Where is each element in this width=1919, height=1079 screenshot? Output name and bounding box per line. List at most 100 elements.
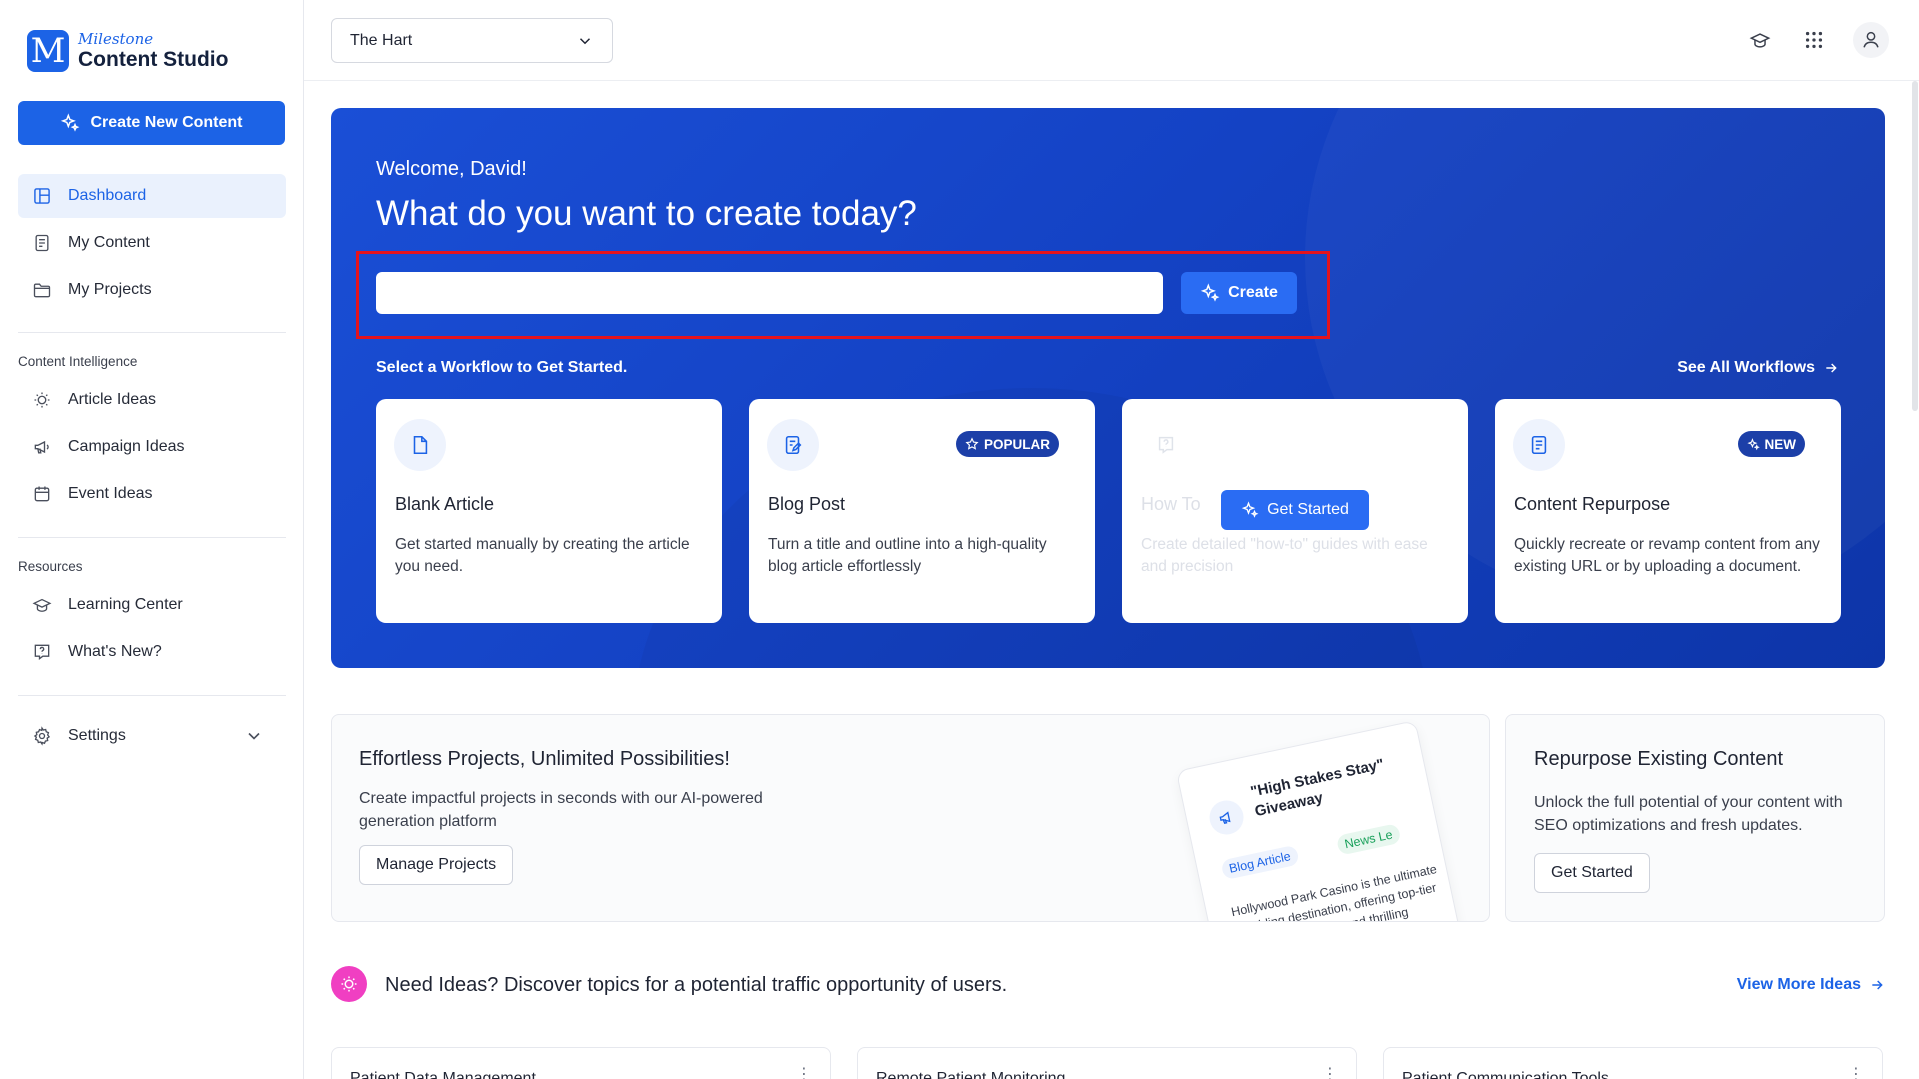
app-logo[interactable]: M Milestone Content Studio <box>27 30 228 72</box>
workflow-icon <box>394 419 446 471</box>
more-icon[interactable]: ⋮ <box>1848 1064 1864 1079</box>
promo-description: Create impactful projects in seconds wit… <box>359 790 763 831</box>
promo-title: Effortless Projects, Unlimited Possibili… <box>359 748 730 770</box>
sidebar-divider <box>18 537 286 538</box>
workflow-card-blog-post[interactable]: POPULAR Blog Post Turn a title and outli… <box>749 399 1095 623</box>
intelligence-nav: Article Ideas Campaign Ideas Event Ideas <box>18 378 286 519</box>
logo-top-text: Milestone <box>78 30 154 48</box>
sidebar-item-campaign-ideas[interactable]: Campaign Ideas <box>18 425 286 469</box>
workflow-title: Blog Post <box>768 494 846 514</box>
sparkle-icon <box>61 113 80 132</box>
workflow-description: Turn a title and outline into a high-qua… <box>768 536 1047 576</box>
question-icon <box>34 644 50 660</box>
hero-title: What do you want to create today? <box>376 194 917 233</box>
sidebar-item-label: My Content <box>68 234 150 251</box>
site-selector-value: The Hart <box>350 31 413 49</box>
create-prompt-input[interactable] <box>376 272 1163 314</box>
lightbulb-icon <box>341 976 357 992</box>
project-preview-card: "High Stakes Stay" Giveaway Blog Article… <box>1175 720 1464 921</box>
document-icon <box>1531 435 1547 455</box>
preview-title: "High Stakes Stay" Giveaway <box>1249 755 1386 820</box>
logo-bottom-text: Content Studio <box>78 48 229 71</box>
idea-card[interactable]: Remote Patient Monitoring ⋮ <box>857 1047 1357 1079</box>
badge-label: POPULAR <box>983 436 1050 452</box>
get-started-label: Get Started <box>1267 501 1349 518</box>
workflow-title: Blank Article <box>395 494 495 514</box>
sidebar-item-whats-new[interactable]: What's New? <box>18 630 286 674</box>
learning-center-button[interactable] <box>1745 25 1775 55</box>
more-icon[interactable]: ⋮ <box>1322 1064 1338 1079</box>
scrollbar-thumb[interactable] <box>1912 81 1918 411</box>
site-selector[interactable]: The Hart <box>331 18 613 63</box>
workflow-card-how-to[interactable]: How To Create detailed "how-to" guides w… <box>1122 399 1468 623</box>
layout-icon <box>34 188 50 204</box>
more-icon[interactable]: ⋮ <box>796 1064 812 1079</box>
gear-icon <box>33 726 51 746</box>
preview-icon <box>1206 797 1247 838</box>
idea-card[interactable]: Patient Communication Tools ⋮ <box>1383 1047 1883 1079</box>
sidebar-item-my-content[interactable]: My Content <box>18 221 286 265</box>
view-more-label: View More Ideas <box>1736 976 1861 993</box>
megaphone-icon <box>34 440 49 454</box>
megaphone-icon <box>1219 811 1231 824</box>
view-more-ideas-link[interactable]: View More Ideas <box>1737 976 1885 994</box>
workflow-card-blank-article[interactable]: Blank Article Get started manually by cr… <box>376 399 722 623</box>
graduation-cap-icon <box>32 598 52 612</box>
sidebar-item-my-projects[interactable]: My Projects <box>18 268 286 312</box>
sidebar-item-settings[interactable]: Settings <box>18 714 286 758</box>
sidebar-item-label: What's New? <box>68 643 162 660</box>
sidebar-item-label: My Projects <box>68 281 152 298</box>
scrollbar[interactable] <box>1910 81 1919 411</box>
chevron-down-icon[interactable] <box>244 726 264 746</box>
popular-badge: POPULAR <box>955 431 1059 457</box>
workflow-icon <box>767 419 819 471</box>
workflow-label: Select a Workflow to Get Started. <box>376 359 628 376</box>
sidebar-item-learning-center[interactable]: Learning Center <box>18 583 286 627</box>
idea-card[interactable]: Patient Data Management ⋮ <box>331 1047 831 1079</box>
resources-nav: Learning Center What's New? <box>18 583 286 677</box>
preview-tag-blog: Blog Article <box>1220 844 1300 881</box>
sparkle-icon <box>1200 283 1220 302</box>
see-all-workflows-link[interactable]: See All Workflows <box>1677 359 1839 377</box>
sidebar-item-event-ideas[interactable]: Event Ideas <box>18 472 286 516</box>
workflow-description: Create detailed "how-to" guides with eas… <box>1141 536 1428 576</box>
ideas-icon-badge <box>331 966 367 1002</box>
top-icons <box>1745 22 1889 58</box>
arrow-right-icon <box>1872 980 1883 990</box>
sparkle-icon <box>1241 501 1259 518</box>
graduation-cap-icon <box>1749 33 1771 48</box>
user-icon <box>1863 31 1879 48</box>
get-started-button[interactable]: Get Started <box>1534 853 1650 893</box>
preview-tag-news: News Le <box>1335 823 1402 856</box>
sidebar: M Milestone Content Studio Create New Co… <box>0 0 304 1079</box>
sidebar-item-label: Dashboard <box>68 187 147 204</box>
idea-title: Patient Data Management <box>350 1070 536 1079</box>
user-avatar[interactable] <box>1853 22 1889 58</box>
star-icon <box>965 437 979 450</box>
promo-description: Unlock the full potential of your conten… <box>1534 794 1843 835</box>
get-started-button[interactable]: Get Started <box>1221 490 1369 530</box>
document-icon <box>35 234 49 252</box>
workflow-card-content-repurpose[interactable]: NEW Content Repurpose Quickly recreate o… <box>1495 399 1841 623</box>
idea-title: Remote Patient Monitoring <box>876 1070 1066 1079</box>
welcome-text: Welcome, David! <box>376 158 527 180</box>
repurpose-promo-card: Repurpose Existing Content Unlock the fu… <box>1505 714 1885 922</box>
sidebar-item-article-ideas[interactable]: Article Ideas <box>18 378 286 422</box>
workflow-icon <box>1513 419 1565 471</box>
badge-label: NEW <box>1764 436 1797 452</box>
hero-panel: Welcome, David! What do you want to crea… <box>331 108 1885 668</box>
section-label-resources: Resources <box>18 559 83 574</box>
sidebar-item-label: Campaign Ideas <box>68 438 185 455</box>
apps-grid-button[interactable] <box>1799 25 1829 55</box>
see-all-label: See All Workflows <box>1677 359 1815 376</box>
sidebar-item-label: Settings <box>68 727 126 744</box>
create-new-content-button[interactable]: Create New Content <box>18 101 285 145</box>
question-icon <box>1158 436 1174 454</box>
sidebar-item-dashboard[interactable]: Dashboard <box>18 174 286 218</box>
settings-nav: Settings <box>18 714 286 761</box>
create-button[interactable]: Create <box>1181 272 1297 314</box>
file-icon <box>413 435 428 455</box>
grid-icon <box>1805 31 1823 49</box>
manage-projects-button[interactable]: Manage Projects <box>359 845 514 885</box>
chevron-down-icon <box>579 37 591 44</box>
